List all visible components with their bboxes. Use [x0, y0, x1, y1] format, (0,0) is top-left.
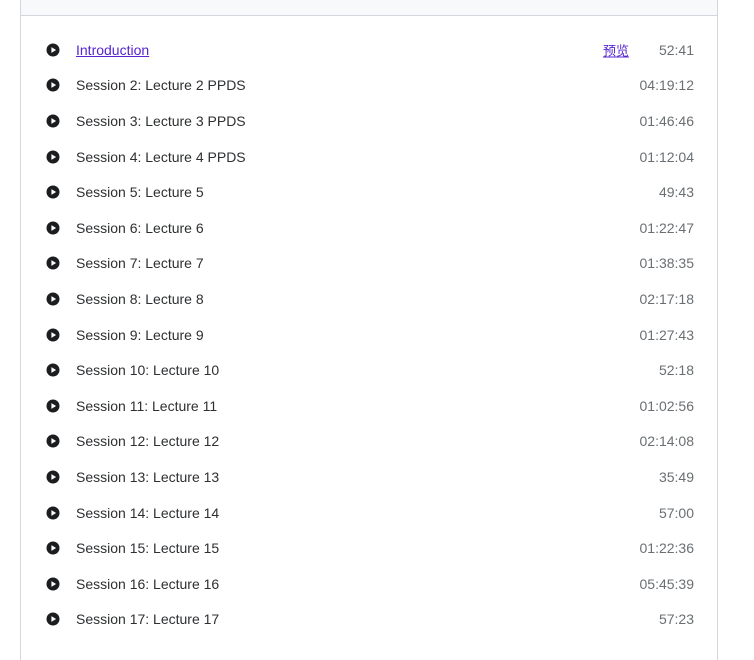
lecture-item[interactable]: Session 8: Lecture 8 02:17:18: [21, 281, 717, 317]
lecture-title: Session 3: Lecture 3 PPDS: [76, 112, 246, 129]
lecture-duration: 05:45:39: [639, 575, 695, 592]
lecture-title: Session 15: Lecture 15: [76, 540, 220, 557]
lecture-duration: 01:22:47: [639, 219, 695, 236]
play-circle-icon: [46, 185, 60, 199]
play-circle-icon: [46, 78, 60, 92]
lecture-item[interactable]: Session 13: Lecture 13 35:49: [21, 459, 717, 495]
lecture-item[interactable]: Session 5: Lecture 5 49:43: [21, 174, 717, 210]
lecture-title: Session 9: Lecture 9: [76, 326, 204, 343]
curriculum-section-panel: Introduction 52:41 预览 Session 2: Lecture…: [20, 0, 718, 660]
play-circle-icon: [46, 150, 60, 164]
play-circle-icon: [46, 221, 60, 235]
play-circle-icon: [46, 363, 60, 377]
lecture-title: Session 10: Lecture 10: [76, 362, 220, 379]
lecture-title: Session 5: Lecture 5: [76, 184, 204, 201]
lecture-item[interactable]: Session 9: Lecture 9 01:27:43: [21, 317, 717, 353]
play-circle-icon: [46, 506, 60, 520]
play-circle-icon: [46, 292, 60, 306]
lecture-title: Session 17: Lecture 17: [76, 611, 220, 628]
lecture-title-link[interactable]: Introduction: [76, 42, 149, 58]
play-circle-icon: [46, 612, 60, 626]
lecture-title: Session 11: Lecture 11: [76, 397, 218, 414]
lecture-item[interactable]: Session 14: Lecture 14 57:00: [21, 495, 717, 531]
lecture-item[interactable]: Session 2: Lecture 2 PPDS 04:19:12: [21, 68, 717, 104]
lecture-item[interactable]: Introduction 52:41 预览: [21, 32, 717, 68]
lecture-duration: 04:19:12: [639, 77, 695, 94]
lecture-duration: 52:18: [658, 362, 694, 379]
lecture-duration: 02:14:08: [639, 433, 695, 450]
lecture-duration: 57:23: [658, 611, 694, 628]
section-header[interactable]: [21, 0, 717, 16]
lecture-duration: 01:12:04: [639, 148, 695, 165]
lecture-duration: 01:22:36: [639, 540, 695, 557]
play-circle-icon: [46, 577, 60, 591]
play-circle-icon: [46, 434, 60, 448]
play-circle-icon: [46, 470, 60, 484]
lecture-duration: 01:02:56: [639, 397, 695, 414]
lecture-item[interactable]: Session 15: Lecture 15 01:22:36: [21, 530, 717, 566]
lecture-item[interactable]: Session 17: Lecture 17 57:23: [21, 602, 717, 638]
play-circle-icon: [46, 399, 60, 413]
lecture-title: Session 13: Lecture 13: [76, 468, 220, 485]
lecture-item[interactable]: Session 10: Lecture 10 52:18: [21, 352, 717, 388]
lecture-duration: 52:41: [658, 41, 694, 58]
preview-link[interactable]: 预览: [603, 40, 629, 59]
lecture-duration: 01:27:43: [639, 326, 695, 343]
lecture-item[interactable]: Session 3: Lecture 3 PPDS 01:46:46: [21, 103, 717, 139]
play-circle-icon: [46, 328, 60, 342]
play-circle-icon: [46, 114, 60, 128]
lecture-item[interactable]: Session 12: Lecture 12 02:14:08: [21, 424, 717, 460]
lecture-title: Session 4: Lecture 4 PPDS: [76, 148, 246, 165]
lecture-item[interactable]: Session 11: Lecture 11 01:02:56: [21, 388, 717, 424]
lecture-duration: 01:46:46: [639, 112, 695, 129]
lecture-title: Session 16: Lecture 16: [76, 575, 220, 592]
lecture-item[interactable]: Session 16: Lecture 16 05:45:39: [21, 566, 717, 602]
lecture-list: Introduction 52:41 预览 Session 2: Lecture…: [21, 32, 717, 637]
lecture-duration: 35:49: [658, 468, 694, 485]
lecture-duration: 57:00: [658, 504, 694, 521]
lecture-duration: 02:17:18: [639, 290, 695, 307]
play-circle-icon: [46, 541, 60, 555]
lecture-item[interactable]: Session 7: Lecture 7 01:38:35: [21, 246, 717, 282]
lecture-item[interactable]: Session 6: Lecture 6 01:22:47: [21, 210, 717, 246]
lecture-title: Session 8: Lecture 8: [76, 290, 204, 307]
play-circle-icon: [46, 256, 60, 270]
lecture-item[interactable]: Session 4: Lecture 4 PPDS 01:12:04: [21, 139, 717, 175]
lecture-duration: 01:38:35: [639, 255, 695, 272]
lecture-title: Session 7: Lecture 7: [76, 255, 204, 272]
lecture-duration: 49:43: [658, 184, 694, 201]
lecture-title: Session 14: Lecture 14: [76, 504, 220, 521]
lecture-title: Session 2: Lecture 2 PPDS: [76, 77, 246, 94]
play-circle-icon: [46, 43, 60, 57]
lecture-title: Session 12: Lecture 12: [76, 433, 220, 450]
lecture-title: Session 6: Lecture 6: [76, 219, 204, 236]
